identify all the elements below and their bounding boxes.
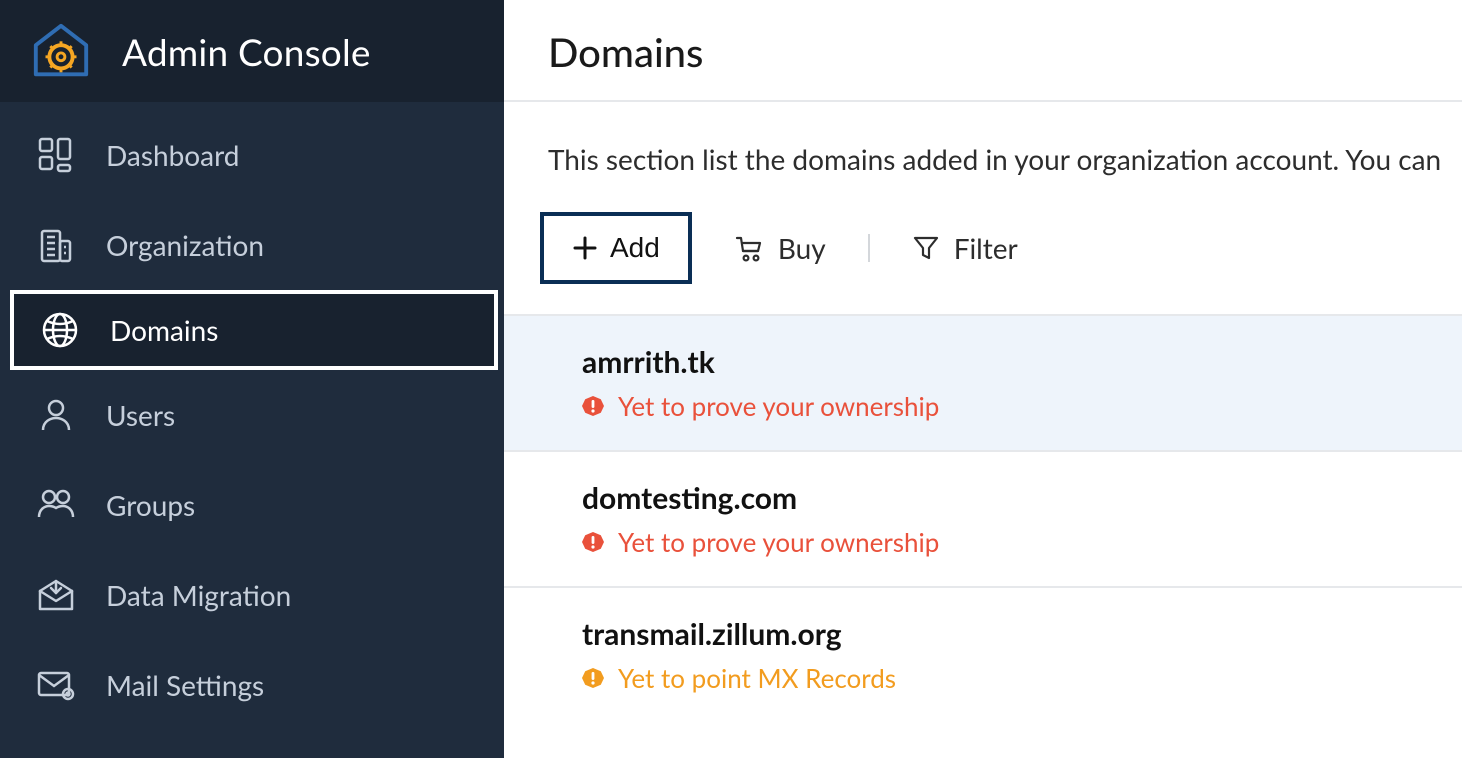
sidebar-item-label: Mail Settings xyxy=(106,668,264,702)
globe-icon xyxy=(38,308,82,352)
domain-status: Yet to point MX Records xyxy=(582,662,1418,694)
sidebar: Admin Console Dashboard xyxy=(0,0,504,758)
toolbar-separator xyxy=(868,234,870,262)
sidebar-item-label: Organization xyxy=(106,228,264,262)
add-button-label: Add xyxy=(610,232,660,264)
alert-icon xyxy=(582,395,604,417)
sidebar-item-domains[interactable]: Domains xyxy=(10,290,498,370)
domain-status: Yet to prove your ownership xyxy=(582,390,1418,422)
domain-name: transmail.zillum.org xyxy=(582,616,1418,652)
sidebar-item-organization[interactable]: Organization xyxy=(0,200,504,290)
domain-status-text: Yet to point MX Records xyxy=(618,662,896,694)
domain-name: amrrith.tk xyxy=(582,344,1418,380)
filter-button[interactable]: Filter xyxy=(902,225,1028,271)
alert-icon xyxy=(582,531,604,553)
buy-button[interactable]: Buy xyxy=(724,225,836,271)
sidebar-header: Admin Console xyxy=(0,0,504,102)
domain-status-text: Yet to prove your ownership xyxy=(618,390,939,422)
page-description: This section list the domains added in y… xyxy=(504,102,1462,176)
main-header: Domains xyxy=(504,0,1462,102)
filter-button-label: Filter xyxy=(954,231,1018,265)
sidebar-item-users[interactable]: Users xyxy=(0,370,504,460)
sidebar-nav: Dashboard Organization xyxy=(0,102,504,730)
domain-row[interactable]: domtesting.com Yet to prove your ownersh… xyxy=(504,450,1462,586)
sidebar-item-groups[interactable]: Groups xyxy=(0,460,504,550)
domain-name: domtesting.com xyxy=(582,480,1418,516)
data-migration-icon xyxy=(34,573,78,617)
dashboard-icon xyxy=(34,133,78,177)
filter-icon xyxy=(912,234,940,262)
user-icon xyxy=(34,393,78,437)
sidebar-item-label: Groups xyxy=(106,488,195,522)
sidebar-item-label: Data Migration xyxy=(106,578,291,612)
domain-status-text: Yet to prove your ownership xyxy=(618,526,939,558)
domain-row[interactable]: transmail.zillum.org Yet to point MX Rec… xyxy=(504,586,1462,722)
domain-status: Yet to prove your ownership xyxy=(582,526,1418,558)
sidebar-item-data-migration[interactable]: Data Migration xyxy=(0,550,504,640)
buy-button-label: Buy xyxy=(778,231,826,265)
add-button[interactable]: Add xyxy=(540,212,692,284)
cart-icon xyxy=(734,233,764,263)
toolbar: Add Buy xyxy=(504,176,1462,314)
main-panel: Domains This section list the domains ad… xyxy=(504,0,1462,758)
mail-settings-icon xyxy=(34,663,78,707)
alert-icon xyxy=(582,667,604,689)
plus-icon xyxy=(572,235,598,261)
app-logo-icon xyxy=(28,18,94,84)
organization-icon xyxy=(34,223,78,267)
sidebar-item-label: Dashboard xyxy=(106,138,239,172)
domain-list: amrrith.tk Yet to prove your ownership d… xyxy=(504,314,1462,722)
page-title: Domains xyxy=(548,28,1418,76)
app-title: Admin Console xyxy=(122,29,371,74)
sidebar-item-mail-settings[interactable]: Mail Settings xyxy=(0,640,504,730)
sidebar-item-label: Domains xyxy=(110,313,218,347)
sidebar-item-label: Users xyxy=(106,398,175,432)
groups-icon xyxy=(34,483,78,527)
sidebar-item-dashboard[interactable]: Dashboard xyxy=(0,110,504,200)
domain-row[interactable]: amrrith.tk Yet to prove your ownership xyxy=(504,314,1462,450)
